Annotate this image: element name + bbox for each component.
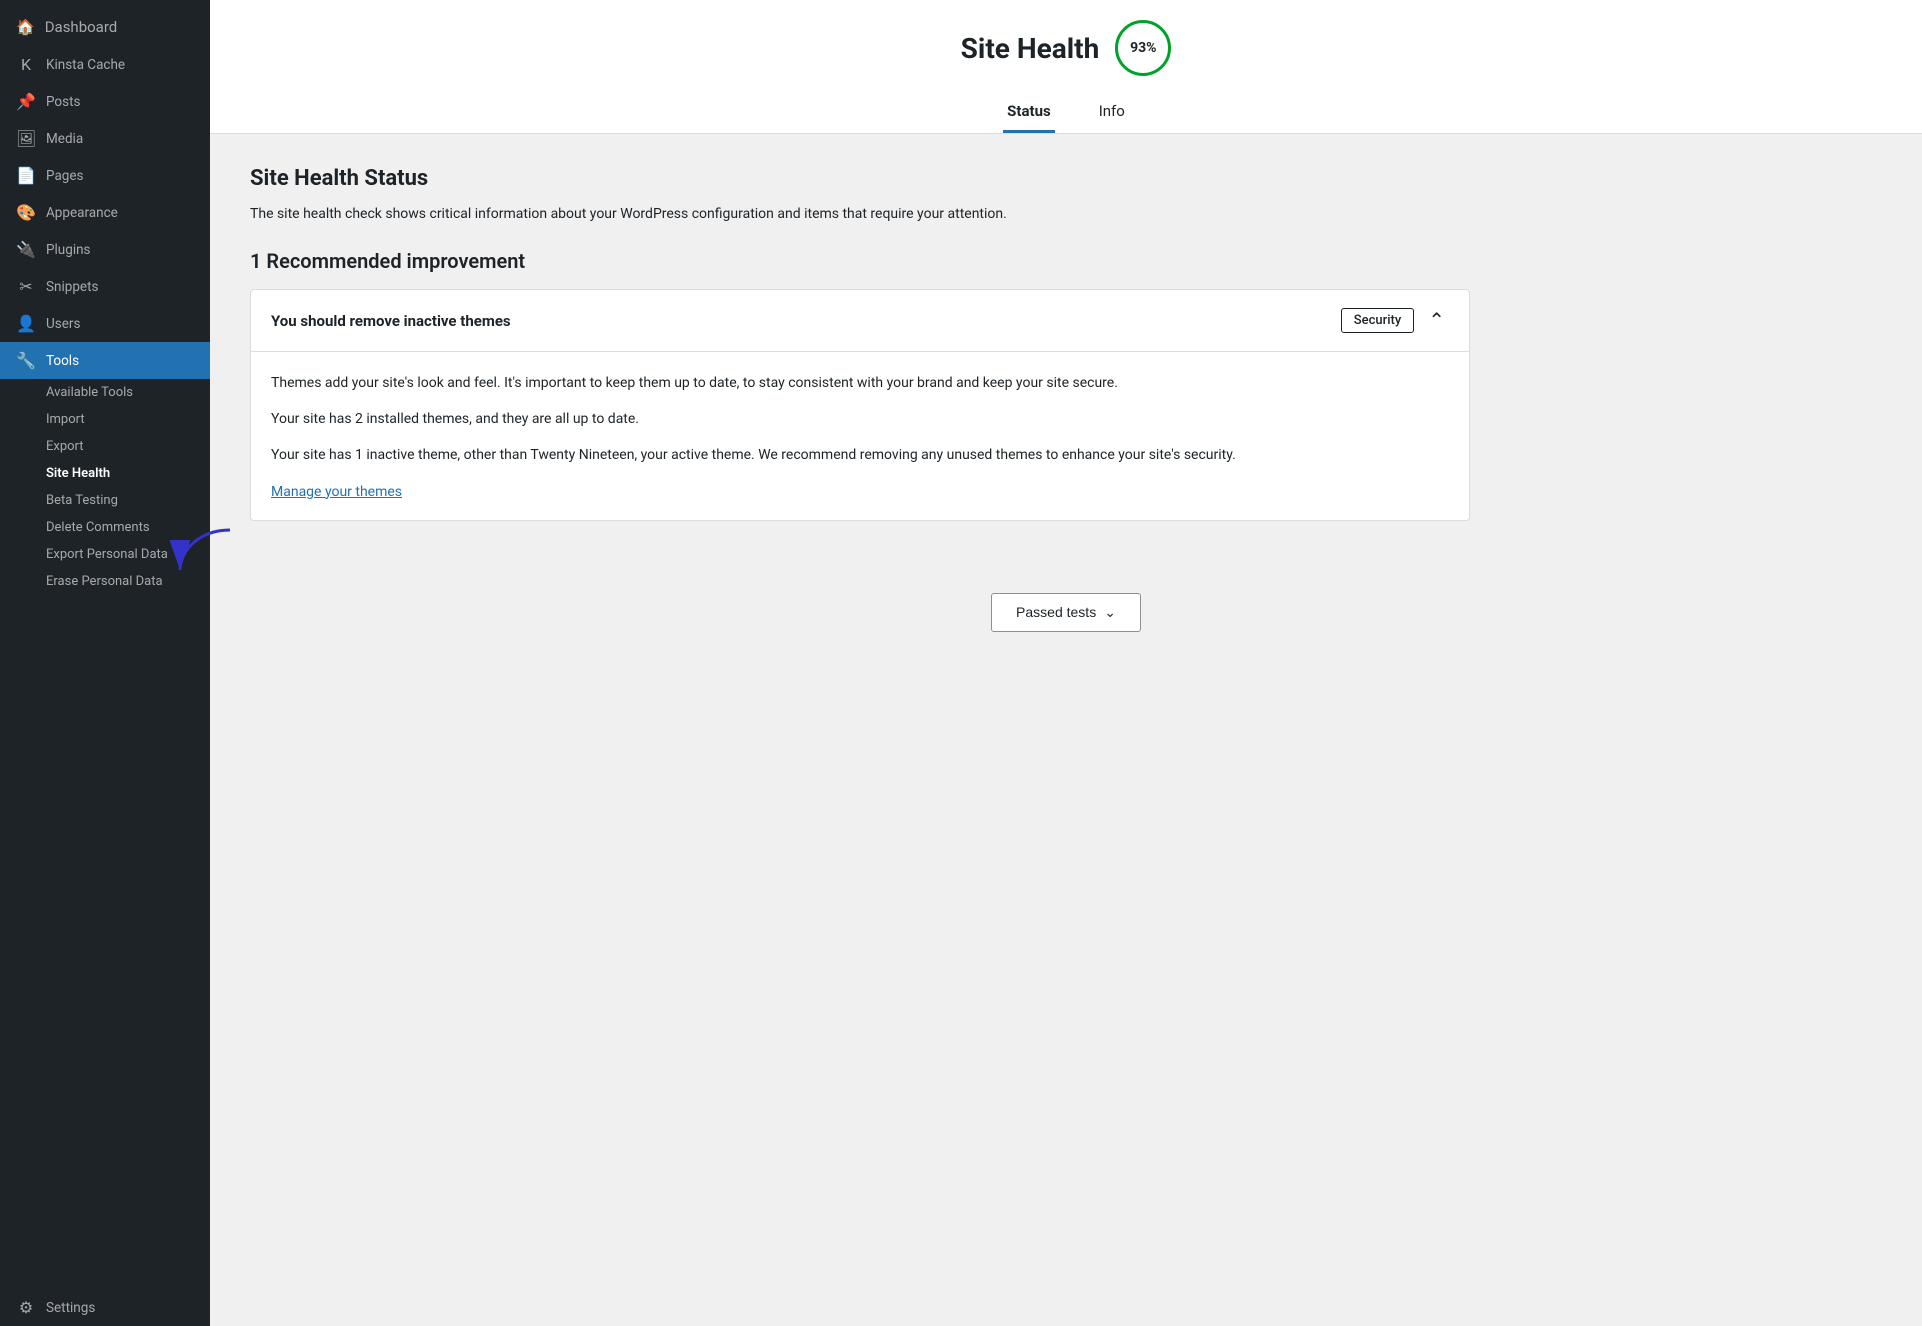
snippets-icon: ✂ [16,277,36,296]
sidebar-item-label: Media [46,131,83,147]
tab-info[interactable]: Info [1095,92,1129,133]
submenu-item-erase-personal-data[interactable]: Erase Personal Data [0,568,210,595]
sidebar-item-media[interactable]: 🖼 Media [0,120,210,157]
chevron-down-icon: ⌄ [1104,604,1116,621]
tools-submenu: Available Tools Import Export Site Healt… [0,379,210,595]
plugins-icon: 🔌 [16,240,36,259]
submenu-item-import[interactable]: Import [0,406,210,433]
submenu-item-delete-comments[interactable]: Delete Comments [0,514,210,541]
settings-icon: ⚙ [16,1298,36,1317]
recommendation-card: You should remove inactive themes Securi… [250,289,1470,520]
card-header-right: Security ⌃ [1341,308,1449,333]
manage-themes-link[interactable]: Manage your themes [271,484,402,500]
sidebar-item-label: Pages [46,168,84,184]
dashboard-icon: 🏠 [16,18,35,36]
users-icon: 👤 [16,314,36,333]
sidebar-item-label: Appearance [46,205,118,221]
passed-tests-label: Passed tests [1016,604,1096,620]
submenu-item-export[interactable]: Export [0,433,210,460]
sidebar-item-label: Tools [46,353,79,369]
sidebar-item-posts[interactable]: 📌 Posts [0,83,210,120]
sidebar-item-label: Snippets [46,279,98,295]
sidebar-item-kinsta-cache[interactable]: K Kinsta Cache [0,46,210,83]
tools-icon: 🔧 [16,351,36,370]
dashboard-label: Dashboard [45,18,118,36]
submenu-item-beta-testing[interactable]: Beta Testing [0,487,210,514]
sidebar-item-label: Users [46,316,80,332]
submenu-item-site-health[interactable]: Site Health [0,460,210,487]
kinsta-cache-icon: K [16,55,36,74]
sidebar-item-label: Posts [46,94,80,110]
submenu-item-export-personal-data[interactable]: Export Personal Data [0,541,210,568]
card-header: You should remove inactive themes Securi… [251,290,1469,352]
sidebar-item-settings[interactable]: ⚙ Settings [0,1289,210,1326]
page-header: Site Health 93% Status Info [210,0,1922,134]
card-body: Themes add your site's look and feel. It… [251,352,1469,519]
collapse-button[interactable]: ⌃ [1424,311,1449,331]
sidebar-item-users[interactable]: 👤 Users [0,305,210,342]
passed-tests-button[interactable]: Passed tests ⌄ [991,593,1141,632]
tab-status[interactable]: Status [1003,92,1055,133]
media-icon: 🖼 [16,129,36,148]
posts-icon: 📌 [16,92,36,111]
sidebar-item-snippets[interactable]: ✂ Snippets [0,268,210,305]
sidebar-item-appearance[interactable]: 🎨 Appearance [0,194,210,231]
tabs: Status Info [1003,92,1129,133]
submenu-item-available-tools[interactable]: Available Tools [0,379,210,406]
sidebar-item-pages[interactable]: 📄 Pages [0,157,210,194]
sidebar-header: 🏠 Dashboard [0,0,210,46]
sidebar-item-label: Kinsta Cache [46,57,125,73]
sidebar-item-plugins[interactable]: 🔌 Plugins [0,231,210,268]
content-area: Site Health Status The site health check… [210,134,1510,573]
card-paragraph-2: Your site has 2 installed themes, and th… [271,408,1449,432]
page-title-row: Site Health 93% [961,20,1172,76]
sidebar-item-tools[interactable]: 🔧 Tools [0,342,210,379]
sidebar: 🏠 Dashboard K Kinsta Cache 📌 Posts 🖼 Med… [0,0,210,1326]
health-score-value: 93% [1130,40,1156,56]
recommendation-heading: 1 Recommended improvement [250,249,1470,273]
sidebar-item-label: Settings [46,1300,95,1316]
page-title: Site Health [961,32,1100,65]
card-paragraph-3: Your site has 1 inactive theme, other th… [271,444,1449,468]
passed-tests-row: Passed tests ⌄ [210,573,1922,672]
sidebar-item-label: Plugins [46,242,91,258]
health-score-badge: 93% [1115,20,1171,76]
appearance-icon: 🎨 [16,203,36,222]
main-content: Site Health 93% Status Info Site Health … [210,0,1922,1326]
section-title: Site Health Status [250,166,1470,191]
card-paragraph-1: Themes add your site's look and feel. It… [271,372,1449,396]
section-description: The site health check shows critical inf… [250,203,1470,225]
security-badge: Security [1341,308,1414,333]
pages-icon: 📄 [16,166,36,185]
card-title: You should remove inactive themes [271,312,511,330]
